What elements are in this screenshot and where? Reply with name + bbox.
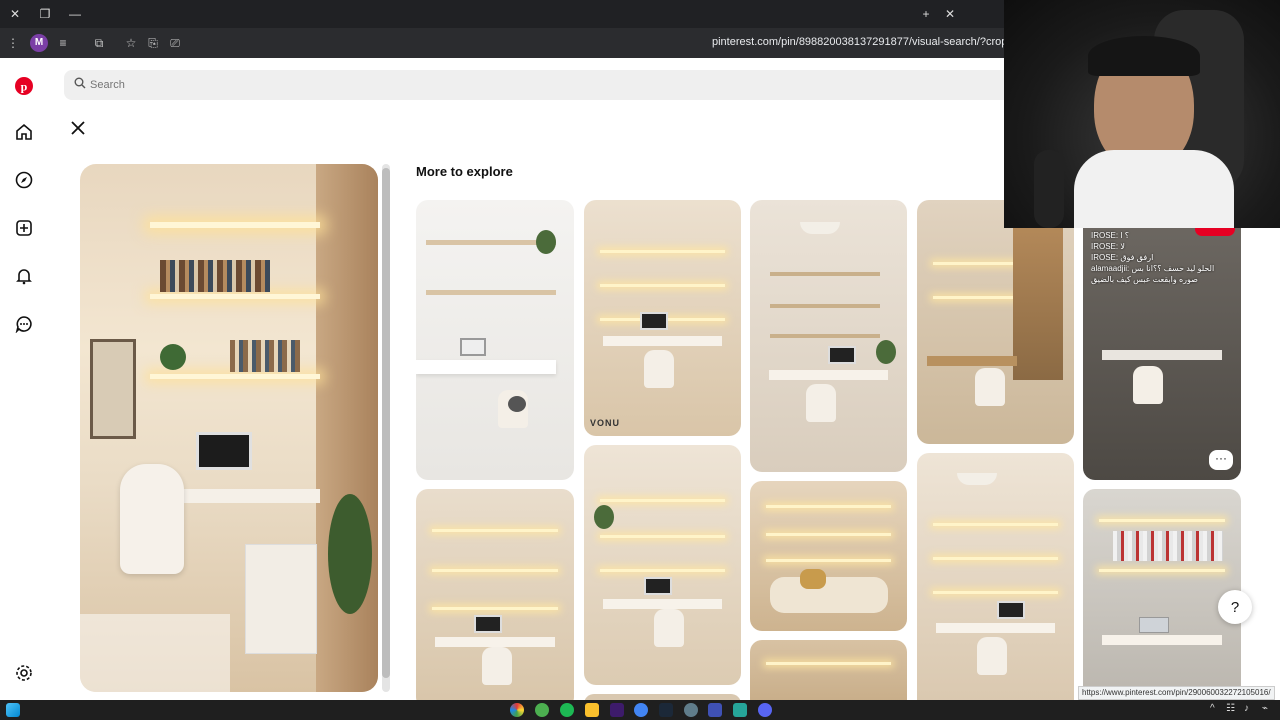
volume-icon[interactable]: ♪: [1244, 703, 1249, 714]
reading-list-icon[interactable]: ≡: [54, 34, 72, 52]
pin-card[interactable]: IROSE: ؟ ا IROSE: لا IROSE: ارفق فوق ala…: [1083, 200, 1241, 480]
messages-icon[interactable]: [12, 312, 36, 336]
chat-line: IROSE: ارفق فوق: [1091, 253, 1154, 262]
after-effects-icon[interactable]: [610, 703, 624, 717]
pin-card[interactable]: [917, 200, 1074, 444]
tray-arrow-icon[interactable]: ^: [1210, 703, 1215, 714]
main-pin-image[interactable]: [80, 164, 378, 692]
steam-icon[interactable]: [659, 703, 673, 717]
app-icon[interactable]: [708, 703, 722, 717]
image-scrollbar[interactable]: [382, 164, 390, 692]
help-icon: ?: [1230, 598, 1240, 616]
minimize-window-icon[interactable]: —: [66, 5, 84, 23]
restore-window-icon[interactable]: ❐: [36, 5, 54, 23]
create-icon[interactable]: [12, 216, 36, 240]
file-explorer-icon[interactable]: [585, 703, 599, 717]
chrome-icon[interactable]: [535, 703, 549, 717]
streamer-webcam: [1004, 0, 1280, 228]
close-button[interactable]: [66, 116, 90, 140]
pin-card[interactable]: [1083, 489, 1241, 700]
explore-icon[interactable]: [12, 168, 36, 192]
extensions-icon[interactable]: ⧉: [90, 34, 108, 52]
pin-card[interactable]: [416, 489, 574, 700]
pin-brand-label: VONU: [590, 418, 621, 428]
close-icon: [71, 121, 85, 135]
help-button[interactable]: ?: [1218, 590, 1252, 624]
app-icon[interactable]: [733, 703, 747, 717]
close-window-icon[interactable]: ✕: [6, 5, 24, 23]
pin-card[interactable]: [917, 453, 1074, 700]
scroll-thumb[interactable]: [382, 168, 390, 678]
side-navigation: p: [0, 58, 50, 700]
obs-icon[interactable]: [684, 703, 698, 717]
pin-card[interactable]: [584, 445, 741, 685]
settings-icon[interactable]: [12, 661, 36, 685]
pinterest-logo-icon[interactable]: p: [12, 74, 36, 98]
search-bar[interactable]: [64, 70, 1064, 100]
notifications-icon[interactable]: [12, 264, 36, 288]
svg-text:p: p: [21, 80, 28, 94]
stream-chat-overlay: IROSE: ؟ ا IROSE: لا IROSE: ارفق فوق ala…: [1091, 230, 1241, 285]
more-options-button[interactable]: ···: [1209, 450, 1233, 470]
pin-card[interactable]: VONU: [584, 200, 741, 436]
search-icon: [74, 77, 86, 89]
language-icon[interactable]: ☷: [1226, 703, 1235, 714]
cast-icon[interactable]: ⎚: [166, 34, 184, 52]
bookmark-star-icon[interactable]: ☆: [122, 34, 140, 52]
windows-start-icon[interactable]: [6, 703, 20, 717]
home-icon[interactable]: [12, 120, 36, 144]
windows-taskbar: ^ ☷ ♪ ⌁: [0, 700, 1280, 720]
pin-card[interactable]: [416, 200, 574, 480]
spotify-icon[interactable]: [560, 703, 574, 717]
search-input[interactable]: [90, 74, 990, 96]
browser-icon[interactable]: [634, 703, 648, 717]
screenshot-icon[interactable]: ⎘: [144, 34, 162, 52]
link-status-bar: https://www.pinterest.com/pin/2900600322…: [1078, 686, 1275, 700]
network-icon[interactable]: ⌁: [1262, 703, 1268, 714]
chat-line: صوره وابقعت عبس كيف بالضيق: [1091, 275, 1198, 284]
chat-line: IROSE: ؟ ا: [1091, 231, 1130, 240]
pin-card[interactable]: [750, 640, 907, 700]
chat-line: IROSE: لا: [1091, 242, 1125, 251]
new-tab-icon[interactable]: +: [917, 5, 935, 23]
discord-icon[interactable]: [758, 703, 772, 717]
menu-icon[interactable]: ⋮: [4, 34, 22, 52]
chat-line: alamaadjii: الحلو ليد حسف ؟؟انا بس: [1091, 264, 1215, 273]
profile-avatar[interactable]: M: [30, 34, 48, 52]
app-icon[interactable]: [510, 703, 524, 717]
close-tab-icon[interactable]: ✕: [941, 5, 959, 23]
pin-card[interactable]: [750, 481, 907, 631]
pin-card[interactable]: [750, 200, 907, 472]
explore-title: More to explore: [416, 164, 513, 179]
